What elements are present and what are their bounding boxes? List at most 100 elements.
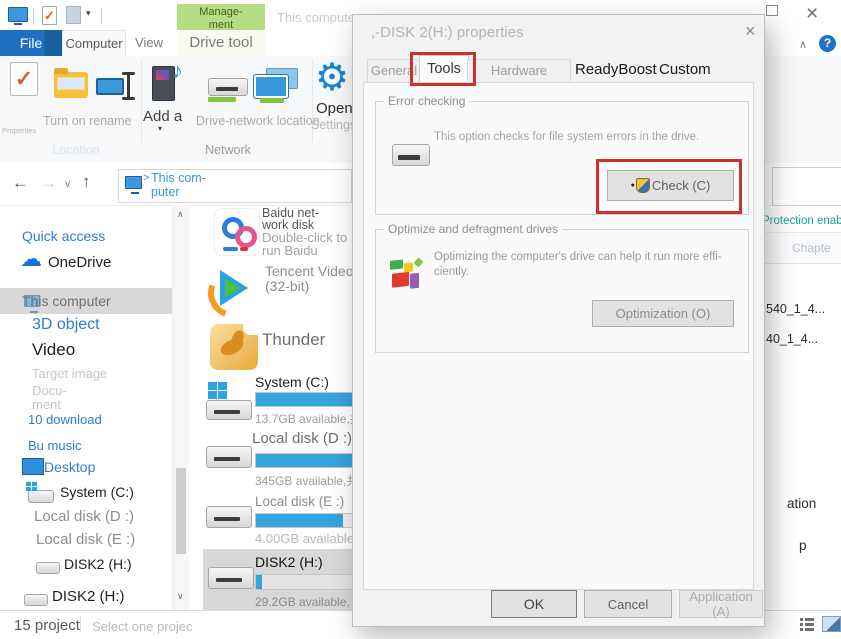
optimize-button-label: Optimization (O)	[616, 306, 711, 321]
turn-on-rename-label: Turn on rename	[43, 114, 131, 128]
open-label[interactable]: Open	[316, 100, 353, 117]
apply-button: Application (A)	[679, 590, 763, 618]
blank-quick-icon[interactable]	[66, 6, 81, 24]
drive-icon	[28, 490, 54, 503]
dialog-close-icon[interactable]: ×	[745, 21, 756, 42]
properties-icon[interactable]: ✓	[10, 62, 38, 96]
ok-button[interactable]: OK	[491, 590, 577, 618]
selection-status: Select one projec	[92, 619, 192, 634]
drive-name: Local disk (E :)	[255, 494, 344, 509]
divider	[33, 8, 34, 24]
right-panel-fragment: p	[799, 538, 807, 553]
history-dropdown-icon[interactable]: ∨	[64, 179, 71, 190]
app-name: Baidu net-work disk	[262, 207, 336, 231]
sidebar-item-local-e[interactable]: Local disk (E :)	[36, 531, 135, 548]
drive-info: 4.00GB available,	[255, 531, 358, 546]
window-close-icon[interactable]: ×	[806, 2, 818, 26]
sidebar-item-onedrive[interactable]: ☁ OneDrive	[20, 252, 170, 276]
tab-computer[interactable]: Computer	[62, 30, 126, 57]
sidebar-item-document[interactable]: Docu-ment	[32, 384, 80, 412]
address-bar[interactable]: > This com-puter	[118, 169, 352, 203]
tab-view[interactable]: View	[126, 30, 172, 56]
tab-file[interactable]: File	[0, 30, 62, 56]
breadcrumb[interactable]: This com-puter	[151, 171, 221, 199]
sidebar-item-desktop[interactable]: Desktop	[22, 456, 162, 478]
sidebar-item-label: OneDrive	[48, 254, 111, 271]
highlight-box-tools-tab	[410, 52, 476, 86]
dialog-title: ,-DISK 2(H:) properties	[371, 24, 524, 41]
sidebar-item-this-computer[interactable]: This computer	[0, 288, 172, 314]
network-computers-icon[interactable]	[254, 68, 300, 104]
map-drive-icon[interactable]	[206, 76, 250, 106]
dialog-tab-custom[interactable]: Custom	[659, 59, 711, 81]
back-icon[interactable]: ←	[12, 173, 29, 193]
drive-slot	[216, 87, 238, 91]
group-location-label: Location	[20, 143, 132, 157]
add-a-label[interactable]: Add a	[143, 108, 182, 125]
dialog-tab-hardware-sharing[interactable]: Hardware sharing	[467, 59, 571, 83]
ibeam-bottom	[122, 97, 135, 100]
sidebar-item-label: System (C:)	[60, 484, 134, 500]
sidebar-item-bu-music[interactable]: Bu music	[28, 438, 81, 453]
optimize-button[interactable]: Optimization (O)	[592, 300, 734, 327]
sidebar-item-local-d[interactable]: Local disk (D :)	[34, 508, 134, 525]
right-panel-row[interactable]: 540_1_4...	[766, 302, 825, 316]
cloud-icon: ☁	[20, 246, 42, 272]
cancel-button[interactable]: Cancel	[584, 590, 672, 618]
sidebar-item-label: This computer	[22, 293, 111, 309]
divider	[80, 616, 81, 632]
add-media-icon[interactable]: ♪	[150, 60, 194, 104]
sidebar-item-disk2-2[interactable]: DISK2 (H:)	[24, 586, 164, 608]
qat-caret-icon[interactable]: ▾	[86, 8, 91, 19]
group-network-label: Network	[172, 143, 284, 157]
desktop-icon	[22, 458, 44, 475]
sidebar-scrollbar[interactable]: ∧ ∨	[172, 205, 189, 610]
help-icon[interactable]: ?	[819, 35, 836, 52]
properties-quick-icon[interactable]: ✓	[42, 6, 57, 25]
windows-logo-icon	[26, 487, 31, 491]
drive-icon	[206, 504, 254, 534]
sidebar-item-10-download[interactable]: 10 download	[28, 412, 102, 427]
details-view-icon[interactable]	[800, 617, 814, 632]
drive-icon	[36, 562, 60, 574]
list-item-drive-h[interactable]: DISK2 (H:) 29.2GB available, 共	[203, 549, 363, 611]
scroll-up-icon[interactable]: ∧	[177, 209, 184, 220]
breadcrumb-computer-icon	[125, 176, 142, 189]
scroll-down-icon[interactable]: ∨	[177, 591, 184, 602]
folder-icon[interactable]	[54, 72, 88, 98]
sidebar-item-3d-object[interactable]: 3D object	[32, 316, 100, 334]
cancel-label: Cancel	[608, 597, 648, 612]
ribbon-collapse-icon[interactable]: ∧	[799, 38, 807, 51]
optimize-desc: Optimizing the computer's drive can help…	[434, 250, 744, 280]
green-strip	[260, 98, 284, 103]
monitor-icon	[8, 7, 28, 22]
sidebar-item-label: DISK2 (H:)	[52, 588, 125, 605]
optimize-group: Optimize and defragment drives Optimizin…	[375, 229, 749, 353]
music-note-icon: ♪	[172, 58, 183, 84]
computer-icon[interactable]	[8, 7, 28, 25]
scrollbar-thumb[interactable]	[176, 468, 186, 554]
forward-icon[interactable]: →	[40, 173, 57, 193]
dialog-tab-readyboost[interactable]: ReadyBoost	[575, 59, 657, 81]
right-panel-row[interactable]: 40_1_4...	[766, 332, 818, 346]
thunder-icon	[210, 324, 258, 370]
baidu-icon	[214, 208, 260, 256]
sidebar-item-quick-access[interactable]: Quick access	[22, 228, 105, 244]
thumbnail-view-icon[interactable]	[822, 616, 841, 632]
windows-logo-icon	[32, 482, 37, 486]
settings-gear-icon[interactable]: ⚙	[315, 56, 349, 100]
up-icon[interactable]: ↑	[82, 172, 91, 192]
drive-icon	[208, 565, 256, 599]
sidebar-item-system-c[interactable]: System (C:)	[26, 482, 176, 506]
green-strip	[208, 97, 236, 102]
sidebar-item-disk2-1[interactable]: DISK2 (H:)	[36, 554, 176, 576]
window-maximize-icon[interactable]	[766, 5, 778, 16]
tab-drive-tool[interactable]: Drive tool	[177, 30, 265, 56]
sidebar-item-target-image[interactable]: Target image	[32, 366, 107, 381]
apply-label: Application (A)	[686, 589, 756, 619]
sidebar-item-video[interactable]: Video	[32, 340, 75, 360]
rename-icon[interactable]	[96, 70, 136, 102]
explorer-window: ✓ ▾ Manage-ment This computer × File Com…	[0, 0, 841, 639]
drive-name: DISK2 (H:)	[255, 554, 323, 570]
rename-chip	[96, 78, 124, 95]
